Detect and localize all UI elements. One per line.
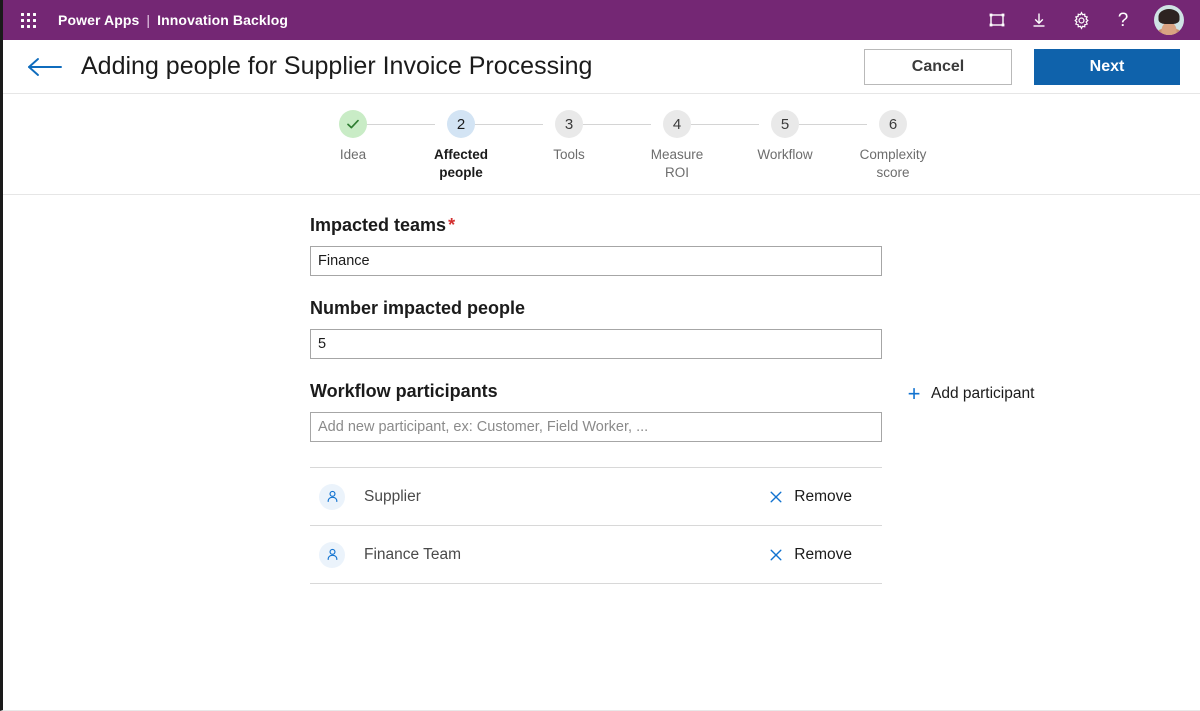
label-impacted-teams: Impacted teams * [310,215,882,236]
cancel-button[interactable]: Cancel [864,48,1012,85]
step-connector-3 [583,124,651,125]
new-participant-input[interactable] [310,412,882,442]
brand-separator: | [146,12,151,28]
person-icon [319,541,345,568]
step-label-1: Idea [339,147,367,162]
stepper-step-idea[interactable]: Idea [299,110,435,164]
download-icon[interactable] [1028,9,1050,31]
frame-icon[interactable] [986,9,1008,31]
wizard-stepper: Idea 2 Affected people 3 Tools 4 Measure… [3,94,1200,195]
gear-icon[interactable] [1070,9,1092,31]
step-connector-2 [475,124,543,125]
step-circle-4: 4 [663,110,691,138]
participants-list: Supplier Remove Finance Team Remove [310,467,882,584]
stepper-step-affected-people[interactable]: 2 Affected people [407,110,543,182]
add-participant-button[interactable]: + Add participant [906,381,1035,406]
stepper-track: Idea 2 Affected people 3 Tools 4 Measure… [299,110,947,182]
step-circle-3: 3 [555,110,583,138]
step-circle-1 [339,110,367,138]
step-circle-6: 6 [879,110,907,138]
field-number-impacted-people: Number impacted people [310,298,882,359]
header-actions: Cancel Next [864,48,1180,85]
product-name: Power Apps [58,12,140,28]
next-button[interactable]: Next [1034,48,1180,85]
page-title: Adding people for Supplier Invoice Proce… [81,52,593,80]
back-arrow-icon[interactable] [25,52,65,82]
step-label-5: Workflow [757,147,813,162]
avatar[interactable] [1154,5,1184,35]
label-workflow-participants: Workflow participants [310,381,498,401]
plus-icon: + [907,381,921,406]
remove-participant-button[interactable]: Remove [768,488,880,506]
add-participant-label: Add participant [931,385,1035,402]
number-impacted-people-input[interactable] [310,329,882,359]
impacted-teams-input[interactable] [310,246,882,276]
person-icon [319,483,345,510]
app-root: Power Apps | Innovation Backlog ? Adding… [0,0,1200,711]
participant-row: Finance Team Remove [310,526,882,584]
step-label-2: Affected people [433,147,488,180]
participant-name: Finance Team [364,545,462,563]
step-circle-5: 5 [771,110,799,138]
step-label-6: Complexity score [859,147,927,180]
step-circle-2: 2 [447,110,475,138]
stepper-step-workflow[interactable]: 5 Workflow [731,110,867,164]
close-icon [768,489,784,505]
app-name: Innovation Backlog [157,12,289,28]
participant-name: Supplier [364,487,421,505]
step-label-3: Tools [553,147,585,162]
page-header: Adding people for Supplier Invoice Proce… [3,40,1200,94]
required-indicator: * [448,215,456,235]
field-impacted-teams: Impacted teams * [310,215,882,276]
stepper-step-tools[interactable]: 3 Tools [515,110,651,164]
step-connector-4 [691,124,759,125]
step-label-4: Measure ROI [650,147,704,180]
brand-area: Power Apps | Innovation Backlog [58,12,288,28]
help-icon[interactable]: ? [1112,9,1134,31]
label-number-impacted-people: Number impacted people [310,298,526,318]
topbar-actions: ? [986,5,1190,35]
stepper-step-complexity-score[interactable]: 6 Complexity score [839,110,947,182]
remove-label: Remove [794,545,852,563]
app-launcher-icon[interactable] [15,7,41,33]
step-connector-5 [799,124,867,125]
remove-label: Remove [794,487,852,505]
label-impacted-teams-text: Impacted teams [310,215,447,235]
form-body: Impacted teams* Number impacted people W… [3,195,1200,584]
field-workflow-participants: Workflow participants + Add participant [310,381,1034,442]
stepper-step-measure-roi[interactable]: 4 Measure ROI [623,110,759,182]
participant-row: Supplier Remove [310,468,882,526]
top-navigation-bar: Power Apps | Innovation Backlog ? [3,0,1200,40]
remove-participant-button[interactable]: Remove [768,546,880,564]
close-icon [768,547,784,563]
step-connector-1 [367,124,435,125]
